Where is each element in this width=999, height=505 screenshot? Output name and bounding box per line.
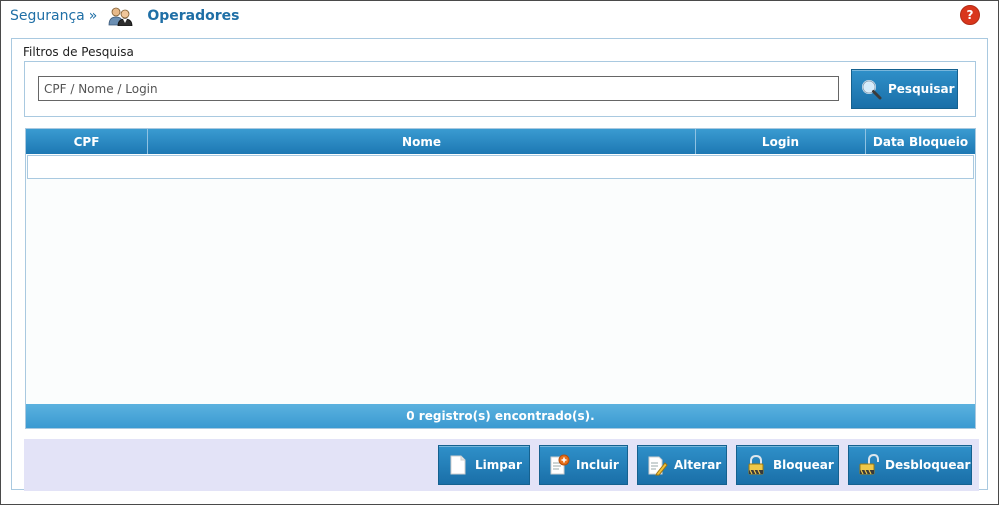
limpar-button[interactable]: Limpar — [438, 445, 530, 485]
unlock-icon — [859, 454, 879, 475]
blank-page-icon — [450, 455, 466, 475]
results-table: CPF Nome Login Data Bloqueio 0 registro(… — [25, 128, 976, 429]
lock-icon — [748, 454, 764, 475]
limpar-label: Limpar — [475, 458, 522, 472]
bloquear-label: Bloquear — [773, 458, 834, 472]
search-button[interactable]: Pesquisar — [851, 69, 958, 109]
table-header: CPF Nome Login Data Bloqueio — [26, 129, 975, 154]
column-header-nome[interactable]: Nome — [148, 129, 696, 154]
breadcrumb: Segurança » Operadores — [10, 6, 239, 26]
help-button[interactable]: ? — [960, 5, 980, 25]
incluir-button[interactable]: Incluir — [539, 445, 628, 485]
breadcrumb-link-seguranca[interactable]: Segurança — [10, 8, 85, 24]
table-footer: 0 registro(s) encontrado(s). — [26, 404, 975, 428]
desbloquear-label: Desbloquear — [885, 458, 971, 472]
bloquear-button[interactable]: Bloquear — [736, 445, 839, 485]
help-icon: ? — [966, 8, 974, 22]
desbloquear-button[interactable]: Desbloquear — [848, 445, 972, 485]
search-button-label: Pesquisar — [888, 82, 955, 96]
search-input[interactable] — [38, 76, 839, 101]
add-document-icon — [550, 454, 570, 475]
filters-legend: Filtros de Pesquisa — [23, 45, 134, 59]
edit-document-icon — [648, 456, 668, 476]
users-icon — [108, 7, 133, 26]
magnifier-icon — [862, 80, 882, 100]
alterar-label: Alterar — [674, 458, 722, 472]
column-header-login[interactable]: Login — [696, 129, 866, 154]
page-title: Operadores — [147, 8, 240, 24]
incluir-label: Incluir — [576, 458, 619, 472]
column-header-data-bloqueio[interactable]: Data Bloqueio — [866, 129, 975, 154]
alterar-button[interactable]: Alterar — [637, 445, 727, 485]
table-row[interactable] — [27, 155, 974, 179]
breadcrumb-separator: » — [88, 8, 98, 24]
column-header-cpf[interactable]: CPF — [26, 129, 148, 154]
